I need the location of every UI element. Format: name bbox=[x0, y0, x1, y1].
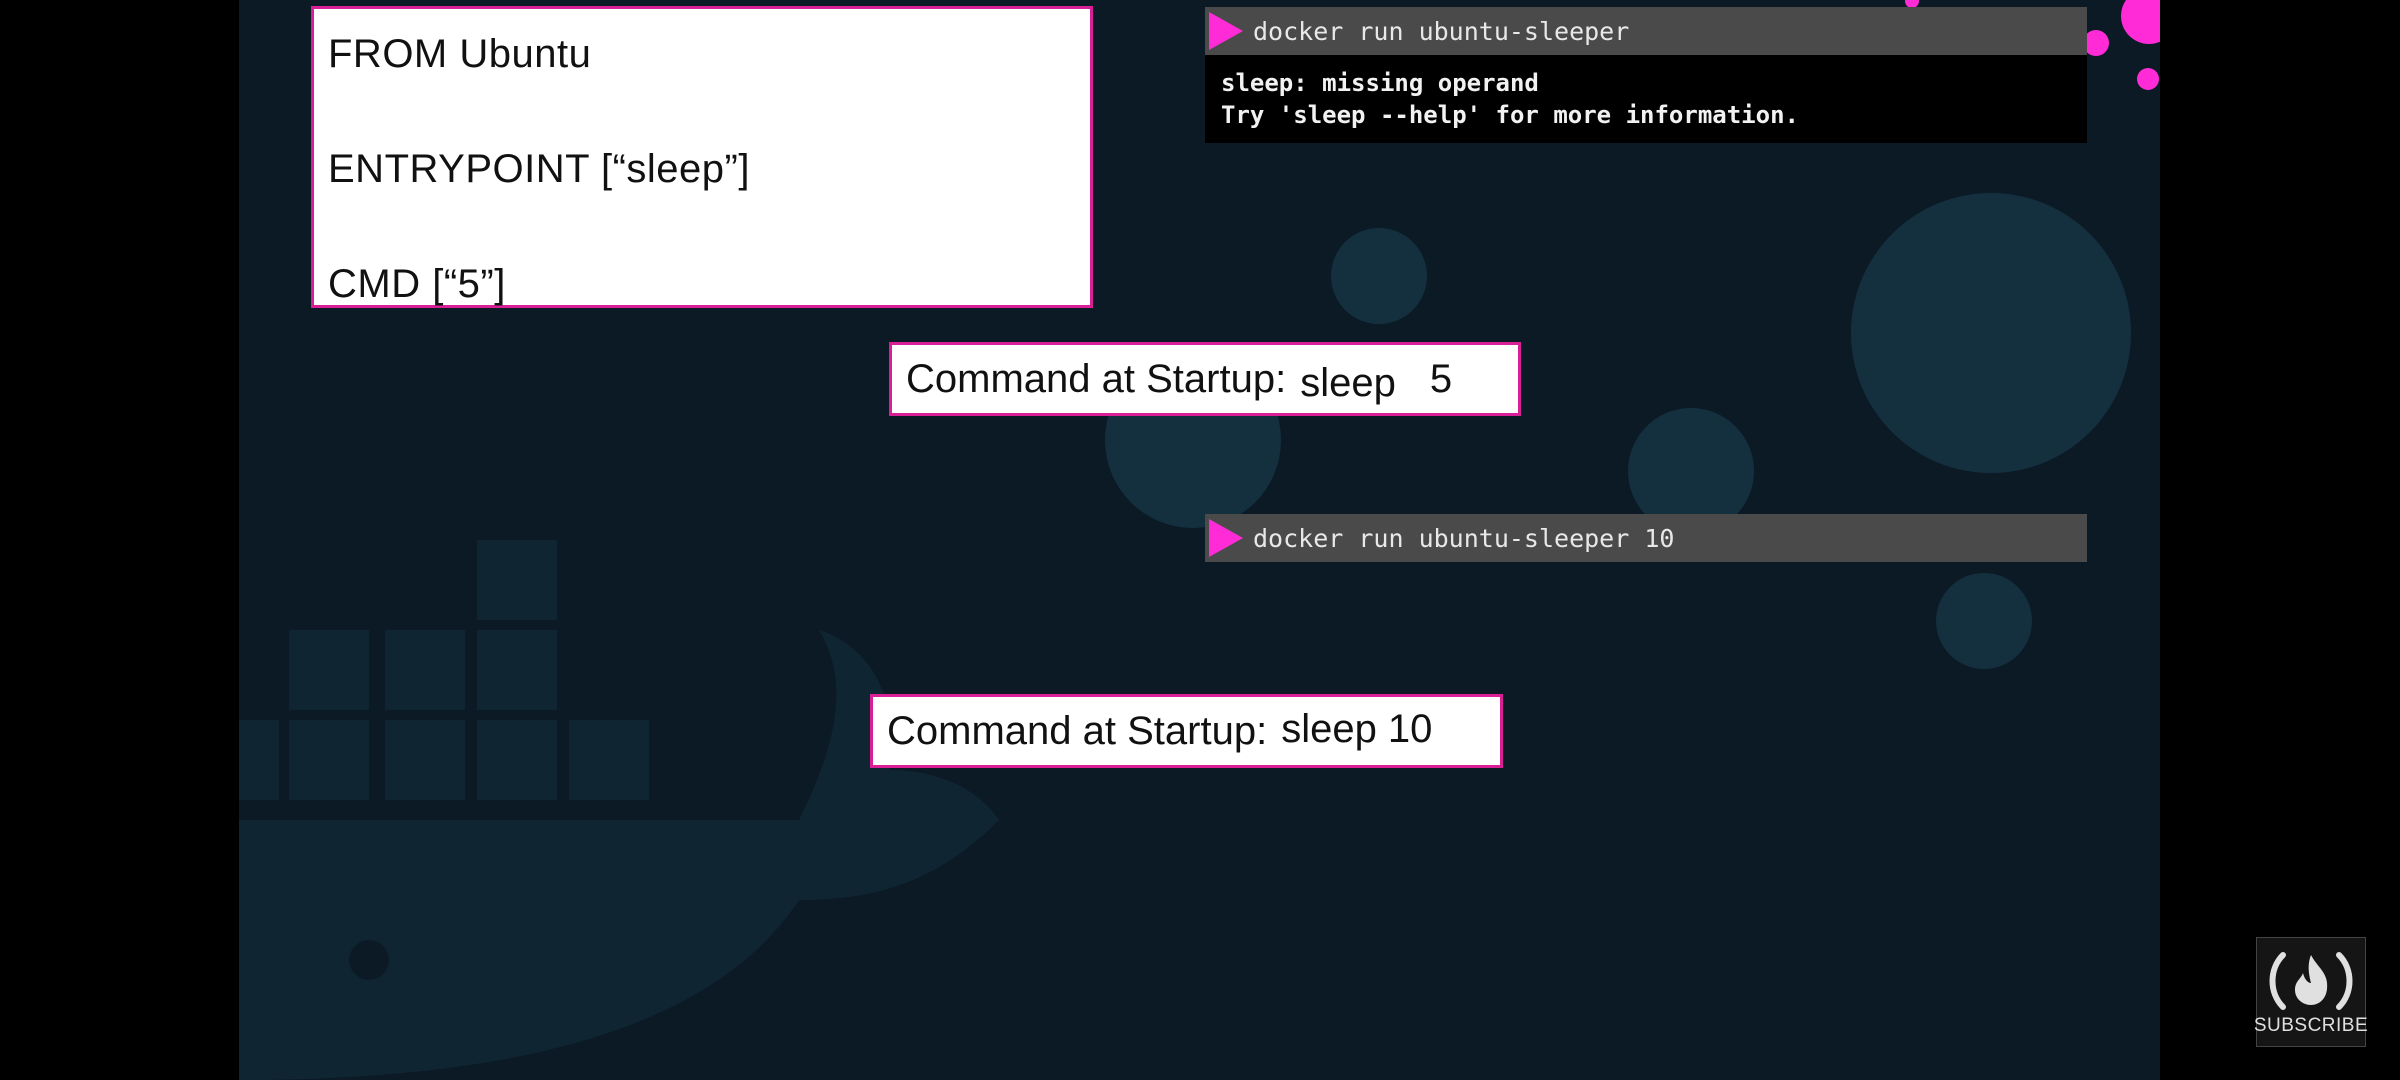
dockerfile-line: ENTRYPOINT [“sleep”] bbox=[328, 147, 750, 191]
letterbox-left bbox=[0, 0, 239, 1080]
terminal-output-line: Try 'sleep --help' for more information. bbox=[1221, 101, 1799, 129]
play-triangle-icon bbox=[1209, 12, 1243, 50]
docker-whale-watermark bbox=[239, 540, 999, 1080]
terminal-output-line: sleep: missing operand bbox=[1221, 69, 1539, 97]
letterbox-right bbox=[2160, 0, 2400, 1080]
subscribe-button[interactable]: SUBSCRIBE bbox=[2253, 937, 2369, 1047]
terminal-command: docker run ubuntu-sleeper 10 bbox=[1253, 523, 1675, 553]
terminal-command-bar: docker run ubuntu-sleeper 10 bbox=[1205, 514, 2087, 562]
terminal-2: docker run ubuntu-sleeper 10 bbox=[1205, 514, 2087, 562]
background-bubble bbox=[1851, 193, 2131, 473]
startup-label: Command at Startup: bbox=[906, 356, 1287, 401]
startup-command: sleep bbox=[1300, 360, 1396, 405]
dockerfile-line: FROM Ubuntu bbox=[328, 32, 592, 76]
background-bubble bbox=[2137, 68, 2159, 90]
startup-argument: 5 bbox=[1429, 356, 1453, 401]
background-bubble bbox=[1331, 228, 1427, 324]
startup-command: sleep 10 bbox=[1281, 706, 1433, 751]
dockerfile-box: FROM Ubuntu ENTRYPOINT [“sleep”] CMD [“5… bbox=[311, 6, 1093, 308]
dockerfile-line: CMD [“5”] bbox=[328, 262, 506, 306]
slide: FROM Ubuntu ENTRYPOINT [“sleep”] CMD [“5… bbox=[239, 0, 2160, 1080]
terminal-command: docker run ubuntu-sleeper bbox=[1253, 16, 1630, 46]
subscribe-label: SUBSCRIBE bbox=[2253, 1015, 2369, 1036]
terminal-1: docker run ubuntu-sleeper sleep: missing… bbox=[1205, 7, 2087, 143]
background-bubble bbox=[1936, 573, 2032, 669]
background-bubble bbox=[2121, 0, 2160, 44]
command-at-startup-box: Command at Startup: sleep 10 bbox=[870, 694, 1503, 768]
terminal-command-bar: docker run ubuntu-sleeper bbox=[1205, 7, 2087, 55]
freecodecamp-flame-icon bbox=[2269, 952, 2353, 1010]
startup-label: Command at Startup: bbox=[887, 708, 1268, 753]
terminal-output: sleep: missing operand Try 'sleep --help… bbox=[1205, 55, 2087, 143]
command-at-startup-box: Command at Startup: sleep 5 bbox=[889, 342, 1521, 416]
play-triangle-icon bbox=[1209, 519, 1243, 557]
